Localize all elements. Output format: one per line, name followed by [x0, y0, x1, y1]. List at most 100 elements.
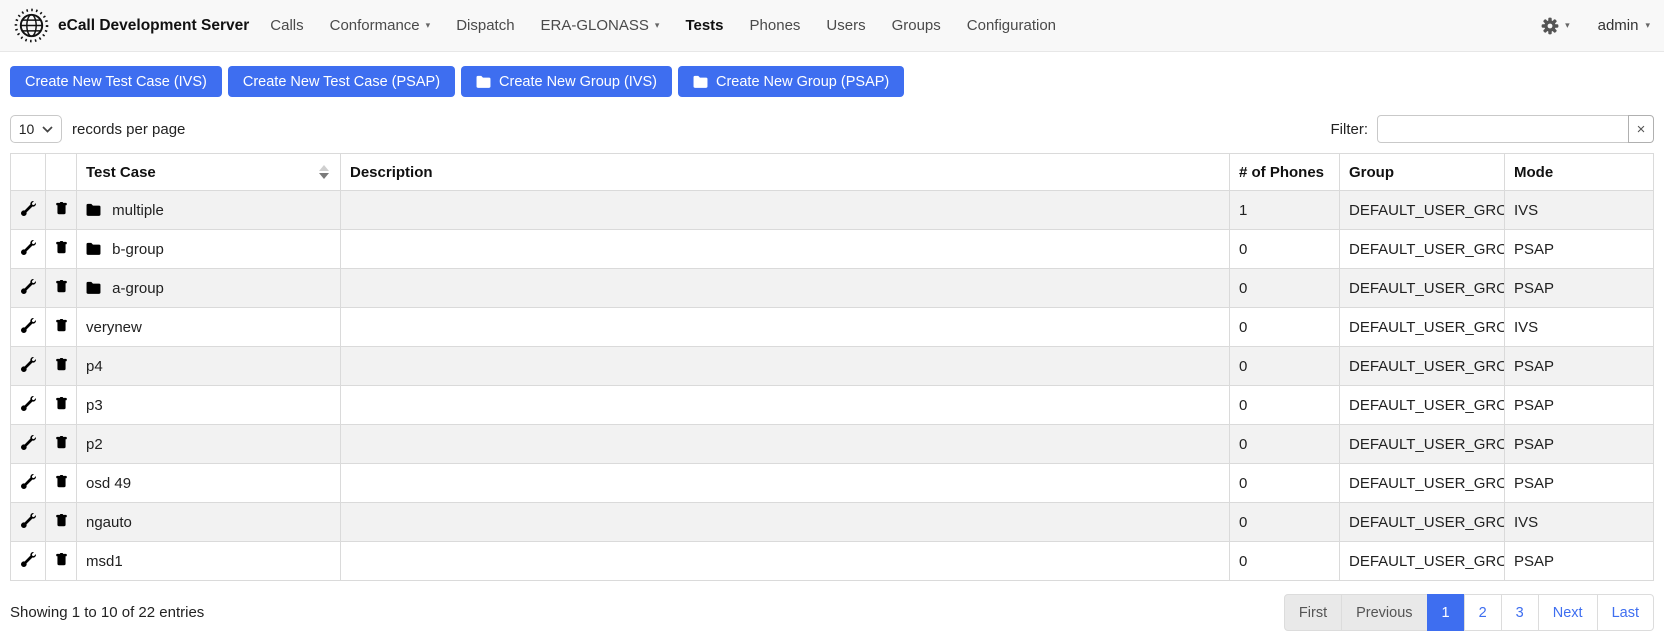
delete-trash-icon[interactable]	[55, 513, 68, 528]
test-case-name: verynew	[86, 319, 142, 336]
create-new-group-ivs-button[interactable]: Create New Group (IVS)	[461, 66, 672, 97]
delete-trash-icon[interactable]	[55, 240, 68, 255]
delete-trash-icon[interactable]	[55, 552, 68, 567]
filter-controls: Filter: ×	[1331, 115, 1655, 143]
page-button-last[interactable]: Last	[1597, 594, 1654, 631]
edit-wrench-icon[interactable]	[21, 357, 36, 372]
test-case-column-header[interactable]: Test Case	[77, 154, 341, 191]
edit-wrench-icon[interactable]	[21, 201, 36, 216]
description-cell	[341, 464, 1230, 503]
create-new-test-case-psap-button[interactable]: Create New Test Case (PSAP)	[228, 66, 455, 97]
group-cell: DEFAULT_USER_GROUP	[1340, 542, 1505, 581]
navbar-right: ▾ admin ▾	[1541, 17, 1650, 35]
table-header-row: Test Case Description # of Phones Group …	[11, 154, 1654, 191]
delete-trash-icon[interactable]	[55, 279, 68, 294]
create-new-group-psap-button[interactable]: Create New Group (PSAP)	[678, 66, 904, 97]
mode-cell: PSAP	[1505, 230, 1654, 269]
nav-item-calls[interactable]: Calls	[257, 9, 316, 42]
description-column-header[interactable]: Description	[341, 154, 1230, 191]
settings-menu[interactable]: ▾	[1541, 17, 1570, 35]
nav-item-users[interactable]: Users	[813, 9, 878, 42]
phones-cell: 0	[1230, 230, 1340, 269]
delete-trash-icon[interactable]	[55, 435, 68, 450]
folder-icon	[693, 75, 708, 88]
group-cell: DEFAULT_USER_GROUP	[1340, 503, 1505, 542]
phones-cell: 0	[1230, 503, 1340, 542]
group-cell: DEFAULT_USER_GROUP	[1340, 191, 1505, 230]
page-button-2[interactable]: 2	[1464, 594, 1502, 631]
group-column-header[interactable]: Group	[1340, 154, 1505, 191]
test-case-cell[interactable]: msd1	[77, 542, 341, 581]
app-title: eCall Development Server	[58, 17, 249, 35]
app-brand[interactable]: eCall Development Server	[14, 8, 249, 43]
delete-trash-icon[interactable]	[55, 474, 68, 489]
test-case-cell[interactable]: ngauto	[77, 503, 341, 542]
page-size-value: 10	[19, 121, 35, 137]
edit-wrench-icon[interactable]	[21, 318, 36, 333]
test-case-name: multiple	[112, 202, 164, 219]
test-case-cell[interactable]: osd 49	[77, 464, 341, 503]
test-case-name: a-group	[112, 280, 164, 297]
test-case-cell[interactable]: p3	[77, 386, 341, 425]
filter-input[interactable]	[1377, 115, 1629, 143]
list-controls: 10 records per page Filter: ×	[10, 115, 1654, 143]
nav-item-phones[interactable]: Phones	[737, 9, 814, 42]
description-header-label: Description	[350, 164, 433, 181]
chevron-down-icon: ▾	[426, 21, 431, 30]
test-case-name: p4	[86, 358, 103, 375]
nav-item-tests[interactable]: Tests	[672, 9, 736, 42]
user-menu[interactable]: admin ▾	[1598, 17, 1650, 34]
page-button-next[interactable]: Next	[1538, 594, 1598, 631]
filter-label: Filter:	[1331, 121, 1369, 138]
delete-trash-icon[interactable]	[55, 396, 68, 411]
phones-cell: 0	[1230, 464, 1340, 503]
page-button-previous[interactable]: Previous	[1341, 594, 1427, 631]
test-case-cell[interactable]: verynew	[77, 308, 341, 347]
page-button-1[interactable]: 1	[1427, 594, 1465, 631]
edit-wrench-icon[interactable]	[21, 240, 36, 255]
page-button-label: 3	[1516, 605, 1524, 621]
nav-item-label: ERA-GLONASS	[541, 17, 649, 34]
edit-wrench-icon[interactable]	[21, 396, 36, 411]
button-label: Create New Test Case (PSAP)	[243, 74, 440, 90]
edit-wrench-icon[interactable]	[21, 552, 36, 567]
test-case-name: ngauto	[86, 514, 132, 531]
table-footer: Showing 1 to 10 of 22 entries FirstPrevi…	[10, 594, 1654, 631]
nav-item-conformance[interactable]: Conformance ▾	[317, 9, 444, 42]
page-size-select[interactable]: 10	[10, 115, 62, 143]
delete-column-header	[46, 154, 77, 191]
top-navbar: eCall Development Server Calls Conforman…	[0, 0, 1664, 52]
delete-trash-icon[interactable]	[55, 357, 68, 372]
mode-cell: IVS	[1505, 191, 1654, 230]
phones-header-label: # of Phones	[1239, 164, 1324, 181]
table-row: b-group 0 DEFAULT_USER_GROUP PSAP	[11, 230, 1654, 269]
test-case-cell[interactable]: b-group	[77, 230, 341, 269]
edit-wrench-icon[interactable]	[21, 435, 36, 450]
nav-item-label: Dispatch	[456, 17, 514, 34]
nav-item-era-glonass[interactable]: ERA-GLONASS ▾	[528, 9, 673, 42]
delete-trash-icon[interactable]	[55, 201, 68, 216]
mode-column-header[interactable]: Mode	[1505, 154, 1654, 191]
test-case-cell[interactable]: multiple	[77, 191, 341, 230]
page-button-3[interactable]: 3	[1501, 594, 1539, 631]
entries-summary: Showing 1 to 10 of 22 entries	[10, 604, 204, 621]
pagination: FirstPrevious123 NextLast	[1284, 594, 1654, 631]
test-case-cell[interactable]: p2	[77, 425, 341, 464]
page-button-first[interactable]: First	[1284, 594, 1342, 631]
filter-group: ×	[1377, 115, 1654, 143]
nav-item-dispatch[interactable]: Dispatch	[443, 9, 527, 42]
delete-trash-icon[interactable]	[55, 318, 68, 333]
edit-wrench-icon[interactable]	[21, 279, 36, 294]
edit-wrench-icon[interactable]	[21, 513, 36, 528]
filter-clear-button[interactable]: ×	[1628, 115, 1654, 143]
test-case-cell[interactable]: p4	[77, 347, 341, 386]
edit-wrench-icon[interactable]	[21, 474, 36, 489]
create-new-test-case-ivs-button[interactable]: Create New Test Case (IVS)	[10, 66, 222, 97]
nav-item-label: Groups	[892, 17, 941, 34]
test-case-cell[interactable]: a-group	[77, 269, 341, 308]
description-cell	[341, 191, 1230, 230]
nav-item-groups[interactable]: Groups	[879, 9, 954, 42]
chevron-down-icon	[42, 126, 53, 133]
nav-item-configuration[interactable]: Configuration	[954, 9, 1069, 42]
phones-column-header[interactable]: # of Phones	[1230, 154, 1340, 191]
